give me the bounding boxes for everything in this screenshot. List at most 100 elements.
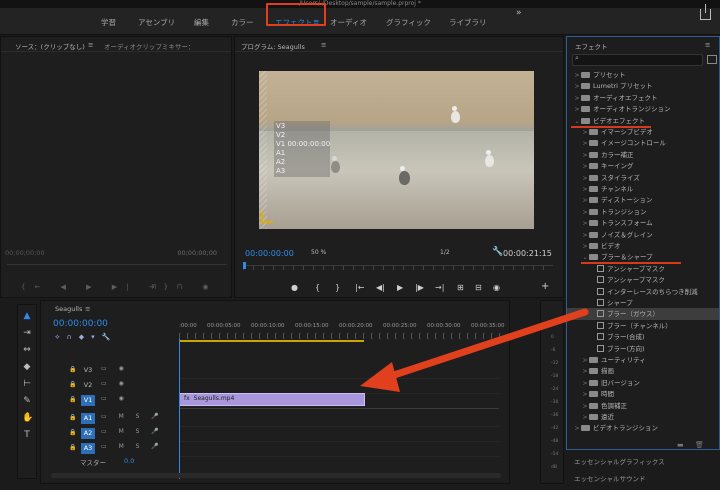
button-editor-icon[interactable]: + (541, 281, 549, 292)
effects-folder-item[interactable]: > カラー補正 (567, 149, 719, 161)
play-button[interactable]: ▶ (397, 283, 403, 292)
slip-tool-icon[interactable]: ⊢ (22, 379, 32, 389)
extract-button[interactable]: ⊟ (475, 283, 482, 292)
workspace-tab-assembly[interactable]: アセンブリ (138, 17, 175, 28)
program-playhead[interactable] (243, 262, 246, 269)
effects-folder-item[interactable]: > ユーティリティ (567, 354, 719, 366)
pen-tool-icon[interactable]: ✎ (22, 396, 32, 406)
track-select-tool-icon[interactable]: ⇥ (22, 328, 32, 338)
track-label-v3[interactable]: V3 (81, 365, 95, 376)
program-tab[interactable]: プログラム: Seagulls (241, 41, 305, 51)
program-video-frame[interactable]: V3 V2 V1 00:00:00:00 A1 A2 A3 (259, 71, 534, 229)
effects-folder-item[interactable]: > 遠近 (567, 411, 719, 423)
mark-in-button[interactable]: { (315, 283, 320, 292)
effects-folder-item[interactable]: > ビデオ (567, 240, 719, 252)
effects-folder-item[interactable]: ⌄ ビデオエフェクト (567, 115, 719, 127)
track-label-a3[interactable]: A3 (81, 443, 95, 454)
mute-solo[interactable]: M S (119, 413, 145, 420)
workspace-tab-libraries[interactable]: ライブラリ (449, 17, 487, 28)
mute-solo[interactable]: M S (119, 428, 145, 435)
lock-icon[interactable]: 🔒 (69, 444, 76, 451)
effect-item[interactable]: ブラー(方向) (567, 343, 719, 355)
effect-item[interactable]: アンシャープマスク (567, 263, 719, 275)
add-marker-button[interactable]: ● (291, 283, 298, 292)
source-insert-controls[interactable]: ⊓ ⊓ ◉ (151, 283, 217, 291)
delete-icon[interactable]: 🗑 (695, 441, 704, 449)
work-area-bar[interactable] (179, 340, 364, 342)
effects-folder-item[interactable]: > ディストーション (567, 194, 719, 206)
selection-tool-icon[interactable]: ▲ (22, 311, 32, 321)
mute-solo[interactable]: M S (119, 443, 145, 450)
effects-folder-item[interactable]: > チャンネル (567, 183, 719, 195)
step-forward-button[interactable]: |▶ (415, 283, 424, 292)
program-ruler[interactable] (243, 265, 553, 271)
workspace-tab-learn[interactable]: 学習 (101, 17, 116, 28)
go-to-in-button[interactable]: |← (355, 283, 364, 292)
mark-out-button[interactable]: } (335, 283, 340, 292)
lift-button[interactable]: ⊞ (457, 283, 464, 292)
timeline-tab[interactable]: Seagulls (55, 305, 82, 313)
master-volume-value[interactable]: 0.0 (124, 457, 134, 465)
new-bin-icon[interactable] (707, 55, 717, 64)
effects-folder-item[interactable]: > プリセット (567, 69, 719, 81)
video-clip[interactable]: fx Seagulls.mp4 (179, 393, 365, 406)
essential-sound-tab[interactable]: エッセンシャルサウンド (574, 473, 646, 483)
workspace-tab-editing[interactable]: 編集 (194, 17, 209, 28)
effects-folder-item[interactable]: > トランスフォーム (567, 217, 719, 229)
program-zoom-select[interactable]: 50 % (311, 249, 326, 256)
track-label-a1[interactable]: A1 (81, 413, 95, 424)
effect-item[interactable]: インターレースのちらつき削減 (567, 286, 719, 298)
effects-folder-item[interactable]: > オーディオトランジション (567, 103, 719, 115)
source-tab[interactable]: ソース：(クリップなし) (15, 41, 85, 51)
effects-folder-item[interactable]: > 時間 (567, 388, 719, 400)
export-frame-button[interactable]: ◉ (493, 283, 500, 292)
effect-item[interactable]: アンシャープマスク (567, 274, 719, 286)
track-toggles[interactable]: ▭ ◉ (101, 380, 129, 387)
program-tab-menu-icon[interactable]: ≡ (321, 41, 326, 49)
workspace-tab-audio[interactable]: オーディオ (330, 17, 367, 28)
program-resolution-select[interactable]: 1/2 (440, 249, 450, 256)
ripple-edit-tool-icon[interactable]: ⇔ (22, 345, 32, 355)
effects-folder-item[interactable]: > ノイズ＆グレイン (567, 229, 719, 241)
workspace-tab-graphics[interactable]: グラフィック (386, 17, 431, 28)
effects-folder-item[interactable]: > 旧バージョン (567, 377, 719, 389)
effects-folder-item[interactable]: > オーディオエフェクト (567, 92, 719, 104)
share-icon[interactable] (700, 4, 711, 20)
effects-folder-item[interactable]: > トランジション (567, 206, 719, 218)
effects-folder-item[interactable]: > キーイング (567, 160, 719, 172)
effects-folder-item[interactable]: > 色調補正 (567, 400, 719, 412)
effects-folder-item[interactable]: > イメージコントロール (567, 137, 719, 149)
track-toggles[interactable]: ▭ M S 🎤 (101, 428, 164, 435)
effects-tab[interactable]: エフェクト (575, 41, 608, 51)
razor-tool-icon[interactable]: ◆ (22, 362, 32, 372)
effects-folder-item[interactable]: > Lumetri プリセット (567, 80, 719, 92)
step-back-button[interactable]: ◀| (376, 283, 385, 292)
hand-tool-icon[interactable]: ✋ (22, 413, 33, 423)
lock-icon[interactable]: 🔒 (69, 396, 76, 403)
lock-icon[interactable]: 🔒 (69, 381, 76, 388)
workspace-tab-color[interactable]: カラー (231, 17, 254, 28)
chevron-right-icon[interactable]: > (573, 423, 581, 435)
essential-graphics-tab[interactable]: エッセンシャルグラフィックス (574, 456, 665, 466)
track-toggles[interactable]: ▭ ◉ (101, 365, 129, 372)
lock-icon[interactable]: 🔒 (69, 414, 76, 421)
go-to-out-button[interactable]: →| (435, 283, 444, 292)
timeline-toolbar-icons[interactable]: ⟡∩◆▾🔧 (55, 333, 117, 342)
type-tool-icon[interactable]: T (22, 430, 32, 440)
effects-folder-item[interactable]: > ビデオトランジション (567, 422, 719, 434)
track-label-a2[interactable]: A2 (81, 428, 95, 439)
track-toggles[interactable]: ▭ M S 🎤 (101, 443, 164, 450)
lock-icon[interactable]: 🔒 (69, 429, 76, 436)
effect-item[interactable]: ブラー（ガウス） (567, 308, 719, 321)
effects-folder-item[interactable]: > 描画 (567, 365, 719, 377)
effect-item[interactable]: ブラー（チャンネル） (567, 320, 719, 332)
source-ruler[interactable] (7, 264, 227, 265)
effect-item[interactable]: シャープ (567, 297, 719, 309)
effect-item[interactable]: ブラー(合成) (567, 331, 719, 343)
track-label-v2[interactable]: V2 (81, 380, 95, 391)
timeline-playhead[interactable] (179, 339, 180, 479)
more-workspaces-icon[interactable]: » (516, 8, 522, 18)
track-label-v1[interactable]: V1 (81, 395, 95, 406)
timeline-zoom-scrollbar[interactable] (51, 473, 501, 478)
effects-folder-item[interactable]: > スタイライズ (567, 172, 719, 184)
